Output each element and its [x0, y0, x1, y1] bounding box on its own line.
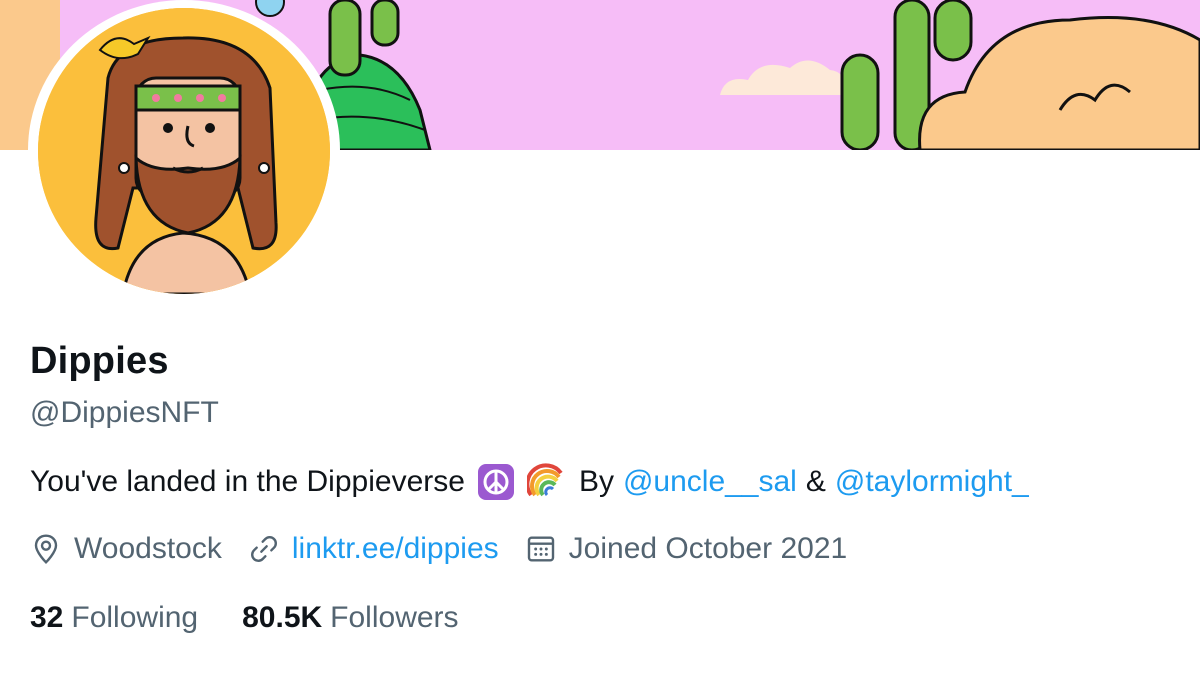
following-link[interactable]: 32 Following	[30, 601, 198, 635]
joined-text: Joined October 2021	[568, 532, 848, 565]
user-handle: @DippiesNFT	[30, 396, 219, 429]
avatar[interactable]	[38, 8, 330, 294]
profile-meta: Woodstock linktr.ee/dippies Joined Octob…	[30, 532, 873, 566]
location-item: Woodstock	[30, 532, 222, 566]
bio-ampersand: &	[805, 465, 826, 498]
website-link[interactable]: linktr.ee/dippies	[292, 532, 499, 566]
profile-bio: You've landed in the Dippieverse By @unc…	[30, 463, 1029, 501]
avatar-illustration	[38, 8, 330, 294]
profile-stats: 32 Following 80.5K Followers	[30, 601, 503, 635]
bio-by-label: By	[578, 465, 614, 498]
location-pin-icon	[34, 534, 58, 565]
bio-text: You've landed in the Dippieverse	[30, 465, 465, 498]
rainbow-emoji	[525, 463, 565, 501]
mention-taylormight-link[interactable]: @taylormight_	[835, 465, 1029, 499]
followers-link[interactable]: 80.5K Followers	[242, 601, 458, 635]
followers-count: 80.5K	[242, 601, 323, 634]
website-item[interactable]: linktr.ee/dippies	[248, 532, 499, 566]
display-name: Dippies	[30, 340, 169, 382]
location-text: Woodstock	[74, 532, 222, 565]
peace-emoji	[477, 463, 515, 501]
following-label: Following	[71, 601, 199, 634]
followers-label: Followers	[330, 601, 459, 634]
following-count: 32	[30, 601, 64, 634]
calendar-icon	[527, 536, 554, 562]
link-icon	[250, 536, 277, 562]
mention-uncle-sal-link[interactable]: @uncle__sal	[623, 465, 797, 499]
joined-item: Joined October 2021	[525, 532, 848, 566]
